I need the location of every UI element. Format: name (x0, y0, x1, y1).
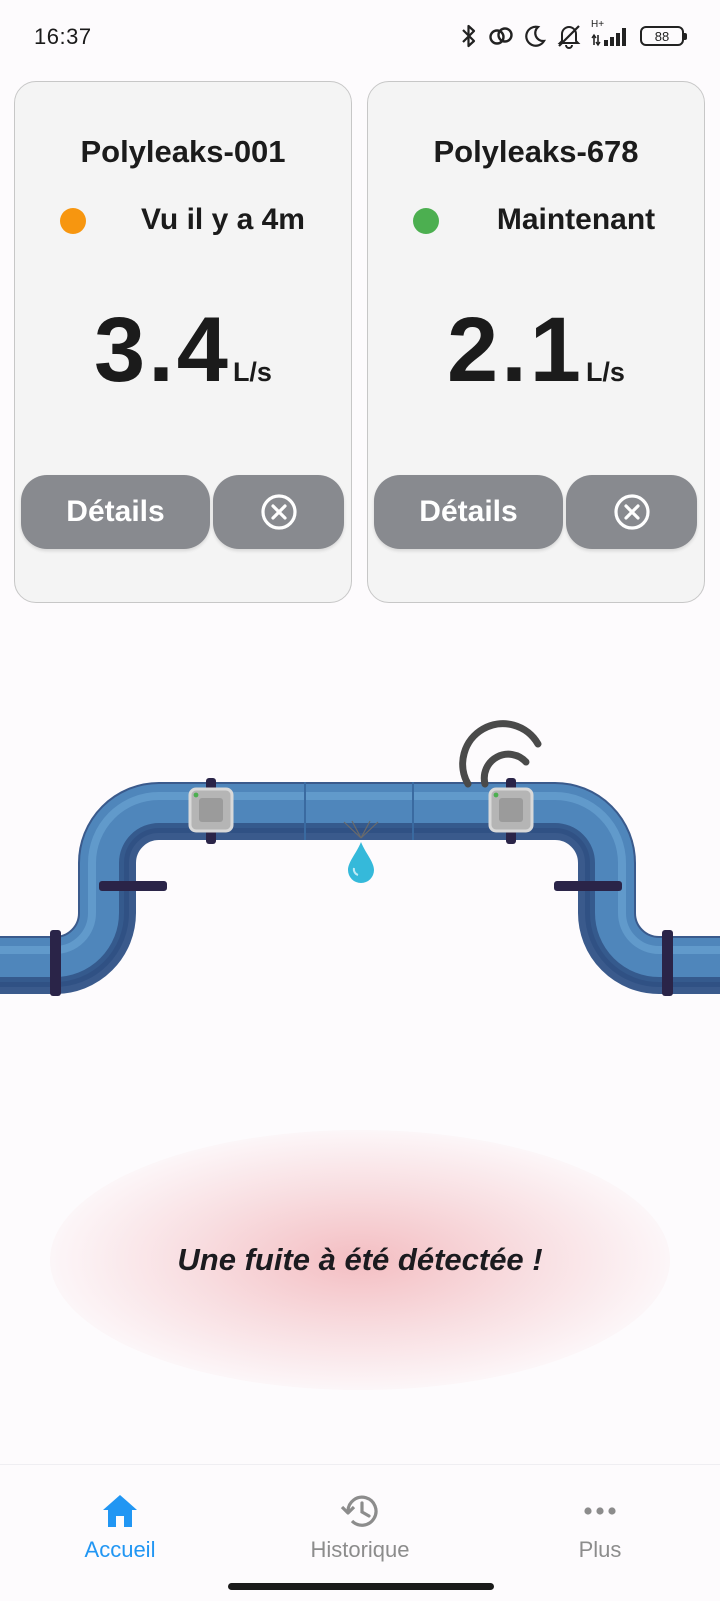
flow-rate-unit: L/s (585, 357, 625, 387)
nav-home[interactable]: Accueil (20, 1477, 220, 1573)
flow-rate-value: 2.1 (447, 299, 584, 401)
mute-bell-icon (557, 25, 581, 49)
device-card: Polyleaks-001 Vu il y a 4m 3.4L/s Détail… (14, 81, 352, 603)
home-icon (103, 1495, 137, 1527)
device-card: Polyleaks-678 Maintenant 2.1L/s Détails (367, 81, 705, 603)
flow-rate-value: 3.4 (94, 299, 231, 401)
status-bar: 16:37 H+ 88 (0, 0, 720, 72)
cell-signal-icon: H+ (591, 19, 631, 49)
device-name: Polyleaks-001 (80, 134, 286, 169)
home-indicator[interactable] (228, 1583, 494, 1590)
flow-rate: 3.4L/s (15, 304, 351, 396)
remove-device-button[interactable] (566, 475, 697, 549)
device-last-seen: Vu il y a 4m (141, 203, 305, 236)
status-icons: H+ 88 (459, 19, 687, 52)
nav-home-label: Accueil (84, 1537, 156, 1562)
battery-level: 88 (654, 28, 670, 44)
bottom-navigation: Accueil Historique Plus (0, 1464, 720, 1601)
leak-alert-message: Une fuite à été détectée ! (177, 1242, 543, 1277)
moon-icon (525, 25, 547, 47)
status-indicator-dot (413, 208, 439, 234)
remove-device-button[interactable] (213, 475, 344, 549)
flow-rate-unit: L/s (232, 357, 272, 387)
device-name: Polyleaks-678 (433, 134, 639, 169)
bluetooth-icon (462, 24, 476, 48)
flow-rate: 2.1L/s (368, 304, 704, 396)
nav-history-label: Historique (310, 1537, 410, 1562)
status-indicator-dot (60, 208, 86, 234)
more-horizontal-icon (584, 1507, 616, 1515)
details-button[interactable]: Détails (21, 475, 210, 549)
nav-more[interactable]: Plus (500, 1477, 700, 1573)
nav-history[interactable]: Historique (260, 1477, 460, 1573)
details-button-label: Détails (419, 495, 518, 528)
battery-icon: 88 (640, 26, 687, 46)
details-button[interactable]: Détails (374, 475, 563, 549)
device-last-seen: Maintenant (496, 203, 656, 236)
close-circle-icon (260, 494, 297, 530)
history-icon (340, 1495, 378, 1527)
link-icon (489, 27, 513, 45)
close-circle-icon (613, 494, 650, 530)
pipe-leak-illustration (0, 720, 720, 996)
status-time: 16:37 (34, 24, 92, 49)
nav-more-label: Plus (578, 1537, 622, 1562)
details-button-label: Détails (66, 495, 165, 528)
